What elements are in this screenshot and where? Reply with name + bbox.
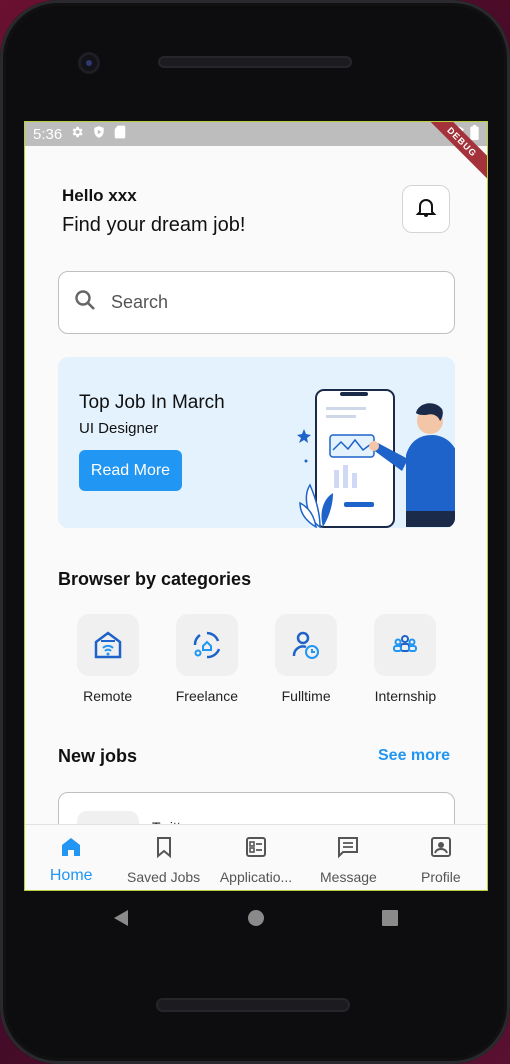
status-bar: 5:36 <box>25 122 487 146</box>
category-label: Freelance <box>175 688 238 704</box>
category-internship[interactable]: Internship <box>356 614 455 704</box>
banner-illustration <box>297 389 455 528</box>
category-label: Fulltime <box>281 688 331 704</box>
applications-icon <box>244 835 268 864</box>
play-protect-icon <box>92 125 106 143</box>
nav-label: Message <box>320 869 377 885</box>
bell-icon <box>414 195 438 224</box>
see-more-link[interactable]: See more <box>378 747 450 765</box>
category-list: Remote Freelance Fulltime Internship <box>58 614 455 704</box>
notification-button[interactable] <box>402 185 450 233</box>
promo-banner: Top Job In March UI Designer Read More <box>58 357 455 528</box>
nav-home[interactable]: Home <box>25 825 117 890</box>
category-label: Remote <box>83 688 133 704</box>
nav-label: Applicatio... <box>219 869 293 885</box>
system-navigation-bar <box>114 910 398 926</box>
nav-saved-jobs[interactable]: Saved Jobs <box>117 825 209 890</box>
categories-title: Browser by categories <box>58 569 252 589</box>
app-screen: 5:36 DEBUG Hello xxx Find your dream job… <box>24 121 488 891</box>
banner-subtitle: UI Designer <box>79 420 159 437</box>
fulltime-person-clock-icon <box>275 614 338 676</box>
search-box[interactable] <box>58 271 455 334</box>
category-freelance[interactable]: Freelance <box>157 614 256 704</box>
search-icon <box>73 288 97 317</box>
category-label: Internship <box>374 688 437 704</box>
nav-message[interactable]: Message <box>302 825 394 890</box>
bottom-speaker <box>156 998 350 1012</box>
nav-profile[interactable]: Profile <box>395 825 487 890</box>
greeting-block: Hello xxx Find your dream job! <box>62 186 245 237</box>
home-icon <box>59 835 83 864</box>
read-more-button[interactable]: Read More <box>79 450 182 491</box>
profile-icon <box>429 835 453 864</box>
message-icon <box>336 835 360 864</box>
freelance-cycle-icon <box>175 614 238 676</box>
remote-home-icon <box>76 614 139 676</box>
greeting-text: Hello xxx <box>62 186 137 205</box>
nav-applications[interactable]: Applicatio... <box>210 825 302 890</box>
banner-title: Top Job In March <box>79 392 225 413</box>
front-camera <box>78 52 100 74</box>
nav-label: Saved Jobs <box>127 869 201 885</box>
nav-label: Profile <box>420 869 461 885</box>
recents-icon[interactable] <box>382 910 398 926</box>
category-fulltime[interactable]: Fulltime <box>257 614 356 704</box>
bottom-navigation: Home Saved Jobs Applicatio... Message Pr… <box>25 824 487 890</box>
settings-icon <box>70 125 84 143</box>
phone-frame: 5:36 DEBUG Hello xxx Find your dream job… <box>0 0 510 1064</box>
status-time: 5:36 <box>33 125 63 143</box>
internship-group-icon <box>374 614 437 676</box>
sd-card-icon <box>114 125 126 143</box>
bookmark-icon <box>152 835 176 864</box>
new-jobs-title: New jobs <box>58 746 138 766</box>
top-speaker <box>158 56 352 68</box>
tagline-text: Find your dream job! <box>62 214 246 236</box>
nav-label: Home <box>49 867 93 884</box>
category-remote[interactable]: Remote <box>58 614 157 704</box>
home-circle-icon[interactable] <box>248 910 264 926</box>
back-icon[interactable] <box>114 910 128 926</box>
search-input[interactable] <box>111 292 411 313</box>
